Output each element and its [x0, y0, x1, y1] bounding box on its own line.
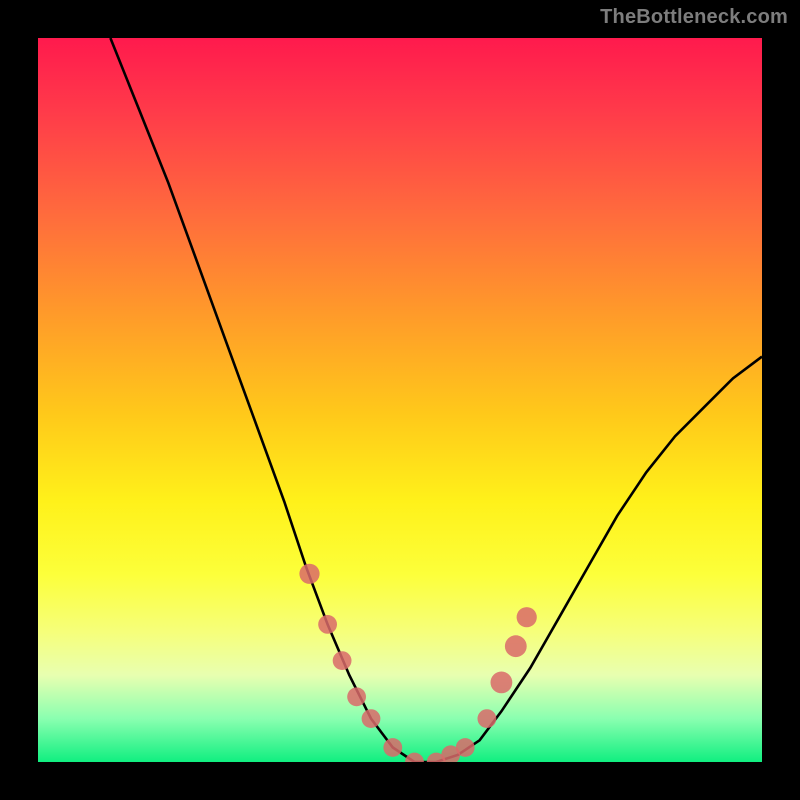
bottleneck-curve-path — [110, 38, 762, 762]
curve-marker — [318, 615, 337, 634]
chart-frame: TheBottleneck.com — [0, 0, 800, 800]
bottleneck-curve-svg — [38, 38, 762, 762]
curve-marker — [456, 738, 475, 757]
curve-marker — [505, 635, 527, 657]
curve-marker — [491, 672, 513, 694]
curve-marker — [333, 651, 352, 670]
curve-marker — [405, 753, 424, 762]
curve-marker — [299, 564, 319, 584]
curve-marker — [347, 687, 366, 706]
curve-marker — [517, 607, 537, 627]
curve-markers — [299, 564, 536, 762]
plot-area — [38, 38, 762, 762]
curve-marker — [383, 738, 402, 757]
curve-group — [110, 38, 762, 762]
curve-marker — [362, 709, 381, 728]
curve-marker — [478, 709, 497, 728]
watermark-text: TheBottleneck.com — [600, 6, 788, 29]
